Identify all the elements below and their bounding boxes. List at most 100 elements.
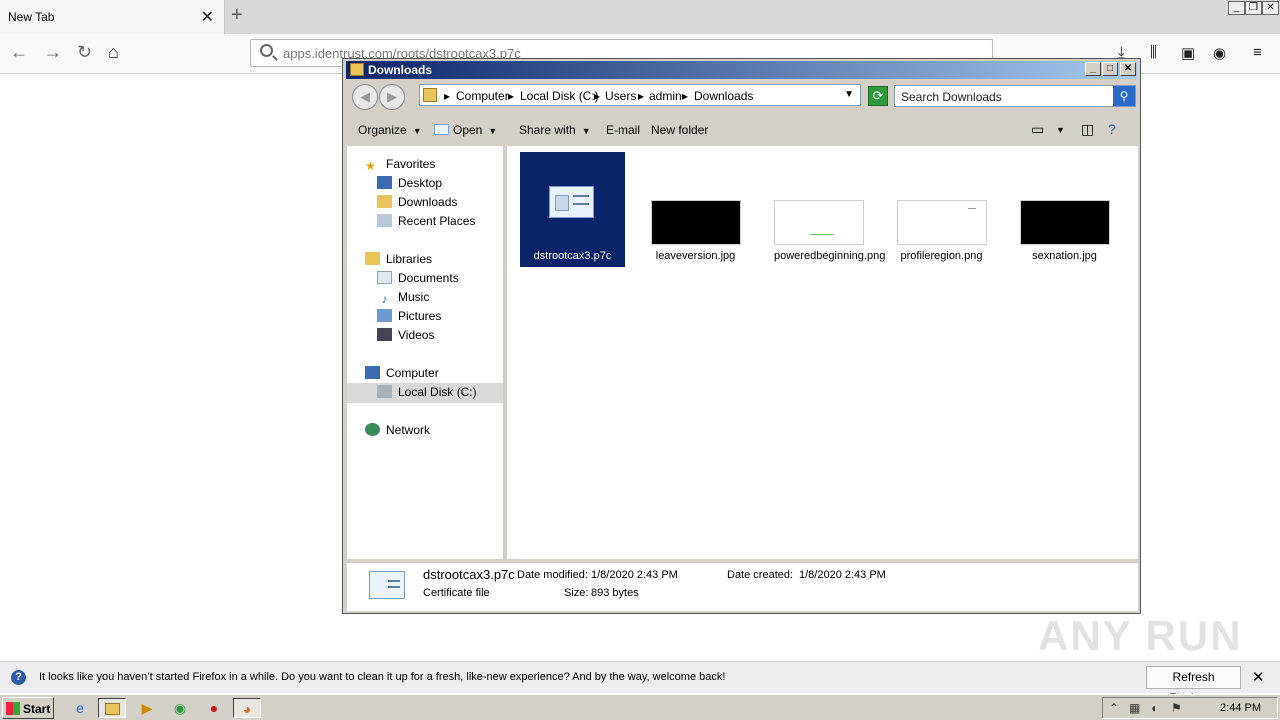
location-folder-icon — [423, 88, 437, 102]
account-icon[interactable]: ◉ — [1213, 44, 1226, 62]
file-name: poweredbeginning.png — [774, 250, 886, 262]
browser-restore-button[interactable]: ❐ — [1245, 1, 1262, 15]
anyrun-watermark: ANY RUN — [1038, 612, 1243, 659]
preview-pane-icon[interactable]: ◫ — [1081, 121, 1094, 138]
notification-message: It looks like you haven’t started Firefo… — [39, 671, 726, 683]
star-icon: ★ — [365, 159, 376, 173]
share-with-label: Share with — [519, 123, 576, 137]
search-icon[interactable]: ⚲ — [1113, 86, 1135, 106]
recent-places-icon — [377, 214, 392, 227]
computer-icon — [365, 366, 380, 379]
nav-local-disk[interactable]: Local Disk (C:) — [377, 385, 477, 399]
refresh-icon[interactable]: ⟳ — [868, 86, 888, 106]
chevron-down-icon: ▼ — [581, 126, 591, 136]
address-bar[interactable]: ▸ Computer ▸ Local Disk (C:) ▸ Users ▸ a… — [419, 84, 861, 106]
explorer-maximize-button[interactable]: □ — [1102, 62, 1118, 76]
date-created-value: 1/8/2020 2:43 PM — [799, 569, 886, 581]
network-tray-icon[interactable]: ▦ — [1129, 701, 1140, 715]
email-button[interactable]: E-mail — [606, 123, 640, 137]
breadcrumb-users[interactable]: Users — [605, 89, 636, 103]
nav-libraries[interactable]: Libraries — [365, 252, 432, 266]
opera-icon[interactable]: ● — [200, 698, 228, 718]
sidebar-icon[interactable]: ▣ — [1181, 44, 1195, 62]
help-icon[interactable]: ? — [1108, 121, 1116, 137]
file-explorer-icon[interactable] — [98, 698, 126, 718]
file-name: sexnation.jpg — [1032, 250, 1097, 262]
menu-icon[interactable]: ≡ — [1253, 44, 1262, 61]
nav-label: Computer — [386, 366, 439, 380]
browser-close-button[interactable]: ✕ — [1262, 1, 1279, 15]
nav-desktop[interactable]: Desktop — [377, 176, 442, 190]
share-with-button[interactable]: Share with ▼ — [519, 123, 591, 137]
open-button[interactable]: Open ▼ — [434, 123, 497, 137]
media-player-icon[interactable]: ▶ — [133, 698, 161, 718]
explorer-back-icon[interactable]: ◀ — [352, 84, 378, 110]
show-hidden-icons-icon[interactable]: ⌃ — [1109, 701, 1119, 715]
image-thumbnail — [1020, 200, 1110, 245]
view-dropdown-icon[interactable]: ▼ — [1056, 125, 1065, 135]
file-item[interactable]: leaveversion.jpg — [643, 152, 748, 267]
breadcrumb-local-disk[interactable]: Local Disk (C:) — [520, 89, 599, 103]
explorer-title: Downloads — [368, 63, 433, 77]
downloads-folder-icon — [377, 195, 392, 208]
nav-label: Recent Places — [398, 214, 476, 228]
breadcrumb-downloads[interactable]: Downloads — [694, 89, 753, 103]
organize-button[interactable]: Organize ▼ — [358, 123, 422, 137]
nav-recent-places[interactable]: Recent Places — [377, 214, 475, 228]
close-icon[interactable]: ✕ — [1252, 668, 1265, 686]
nav-label: Local Disk (C:) — [398, 385, 477, 399]
address-row: ◀ ▶ ▸ Computer ▸ Local Disk (C:) ▸ Users… — [346, 81, 1137, 113]
forward-arrow-icon[interactable]: → — [44, 42, 62, 63]
breadcrumb-admin[interactable]: admin — [649, 89, 682, 103]
new-tab-icon[interactable]: + — [231, 4, 243, 27]
breadcrumb-computer[interactable]: Computer — [456, 89, 509, 103]
tab-new-tab[interactable]: New Tab ✕ — [0, 0, 225, 34]
image-thumbnail — [651, 200, 741, 245]
explorer-forward-icon[interactable]: ▶ — [379, 84, 405, 110]
nav-label: Pictures — [398, 309, 442, 323]
image-thumbnail — [774, 200, 864, 245]
command-bar: Organize ▼ Open ▼ Share with ▼ E-mail New f… — [346, 115, 1137, 145]
windows-logo-icon — [6, 702, 20, 715]
nav-videos[interactable]: Videos — [377, 328, 434, 342]
file-item[interactable]: dstrootcax3.p7c — [520, 152, 625, 267]
nav-music[interactable]: ♪ Music — [377, 290, 430, 306]
view-options-icon[interactable]: ▭ — [1031, 121, 1044, 138]
nav-label: Network — [386, 423, 431, 437]
nav-pictures[interactable]: Pictures — [377, 309, 441, 323]
search-downloads-input[interactable]: Search Downloads ⚲ — [894, 85, 1136, 107]
explorer-close-button[interactable]: ✕ — [1120, 62, 1136, 76]
nav-label: Documents — [398, 271, 459, 285]
search-icon — [260, 44, 273, 57]
nav-documents[interactable]: Documents — [377, 271, 459, 285]
internet-explorer-icon[interactable]: e — [66, 698, 94, 718]
home-icon[interactable]: ⌂ — [108, 42, 119, 63]
firefox-icon[interactable]: ◕ — [233, 698, 261, 718]
back-arrow-icon[interactable]: ← — [10, 42, 28, 63]
nav-downloads[interactable]: Downloads — [377, 195, 457, 209]
library-icon[interactable]: ⫼ — [1150, 44, 1157, 61]
address-dropdown-icon[interactable]: ▼ — [844, 89, 854, 100]
explorer-title-bar[interactable]: Downloads _ □ ✕ — [346, 61, 1137, 79]
file-type: Certificate file — [423, 587, 490, 599]
firefox-notification-bar: ? It looks like you haven’t started Fire… — [0, 661, 1280, 705]
action-center-flag-icon[interactable]: ⚑ — [1171, 701, 1182, 715]
start-button[interactable]: Start — [2, 697, 54, 719]
nav-network[interactable]: Network — [365, 423, 430, 437]
file-item[interactable]: poweredbeginning.png — [766, 152, 886, 267]
file-item[interactable]: profileregion.png — [889, 152, 994, 267]
refresh-firefox-button[interactable]: Refresh Firefox… — [1146, 666, 1241, 705]
clock[interactable]: 2:44 PM — [1220, 702, 1261, 714]
file-item[interactable]: sexnation.jpg — [1012, 152, 1117, 267]
explorer-minimize-button[interactable]: _ — [1085, 62, 1101, 76]
reload-icon[interactable]: ↻ — [77, 42, 92, 63]
documents-icon — [377, 271, 392, 284]
new-folder-button[interactable]: New folder — [651, 123, 708, 137]
tab-close-icon[interactable]: ✕ — [201, 7, 214, 27]
chrome-icon[interactable]: ◉ — [166, 698, 194, 718]
nav-computer[interactable]: Computer — [365, 366, 439, 380]
nav-favorites[interactable]: ★ Favorites — [365, 157, 435, 173]
details-pane: dstrootcax3.p7c Date modified: 1/8/2020 … — [347, 562, 1138, 611]
volume-icon[interactable]: ◖ — [1150, 701, 1157, 715]
browser-minimize-button[interactable]: _ — [1228, 1, 1245, 15]
